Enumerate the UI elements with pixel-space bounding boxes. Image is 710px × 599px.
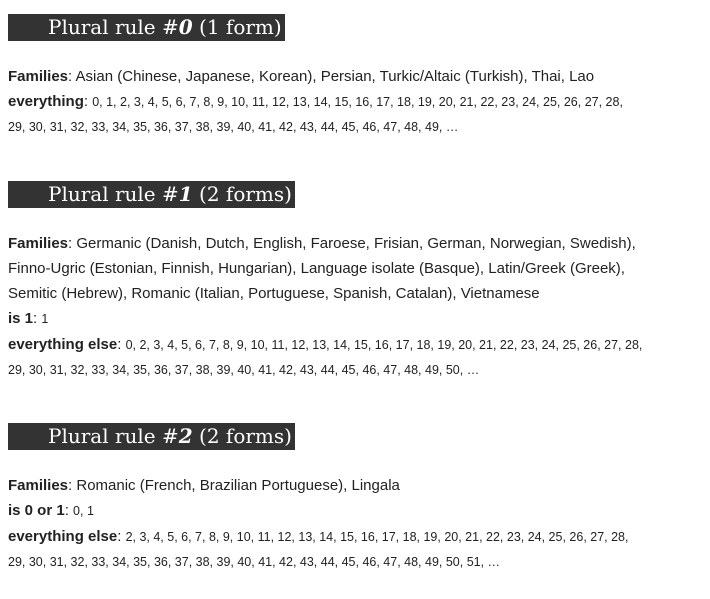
category-values: 2, 3, 4, 5, 6, 7, 8, 9, 10, 11, 12, 13, … [125, 530, 629, 544]
rule-number: 1 [178, 182, 193, 206]
plural-rule-1-section: Plural rule #1 (2 forms) Families: Germa… [8, 181, 702, 383]
families-text: Germanic (Danish, Dutch, English, Faroes… [76, 235, 636, 252]
rule-title-prefix: Plural rule # [48, 15, 179, 39]
rule-title-prefix: Plural rule # [48, 424, 179, 448]
rule-number: 2 [178, 424, 193, 448]
plural-rule-2-section: Plural rule #2 (2 forms) Families: Roman… [8, 423, 702, 575]
families-label: Families [8, 68, 69, 85]
families-text: Asian (Chinese, Japanese, Korean), Persi… [75, 68, 595, 85]
families-row: Families: Asian (Chinese, Japanese, Kore… [8, 68, 595, 85]
category-values: 0, 1, 2, 3, 4, 5, 6, 7, 8, 9, 10, 11, 12… [92, 95, 623, 109]
families-text: Romanic (French, Brazilian Portuguese), … [76, 477, 400, 494]
category-values: 1 [41, 312, 49, 326]
rule-title-prefix: Plural rule # [48, 182, 179, 206]
rule-forms: (2 forms) [199, 182, 292, 206]
category-label: is 0 or 1 [8, 502, 65, 519]
category-row-everything-else: everything else: 0, 2, 3, 4, 5, 6, 7, 8,… [8, 336, 643, 353]
category-values-continued: 29, 30, 31, 32, 33, 34, 35, 36, 37, 38, … [8, 555, 501, 569]
category-values: 0, 2, 3, 4, 5, 6, 7, 8, 9, 10, 11, 12, 1… [125, 338, 643, 352]
plural-rule-2-heading: Plural rule #2 (2 forms) [8, 423, 295, 450]
category-label: everything [8, 93, 84, 110]
plural-rule-1-body: Families: Germanic (Danish, Dutch, Engli… [8, 231, 702, 383]
rule-forms: (1 form) [199, 15, 282, 39]
rule-number: 0 [178, 15, 193, 39]
families-text-continued: Finno-Ugric (Estonian, Finnish, Hungaria… [8, 260, 625, 277]
category-row-everything: everything: 0, 1, 2, 3, 4, 5, 6, 7, 8, 9… [8, 93, 623, 110]
category-label: is 1 [8, 310, 34, 327]
families-label: Families [8, 477, 69, 494]
families-label: Families [8, 235, 69, 252]
plural-rule-0-section: Plural rule #0 (1 form) Families: Asian … [8, 14, 702, 140]
plural-rule-0-body: Families: Asian (Chinese, Japanese, Kore… [8, 64, 702, 140]
category-values-continued: 29, 30, 31, 32, 33, 34, 35, 36, 37, 38, … [8, 363, 480, 377]
category-row-is-1: is 1: 1 [8, 310, 49, 327]
families-row: Families: Romanic (French, Brazilian Por… [8, 477, 400, 494]
category-row-everything-else: everything else: 2, 3, 4, 5, 6, 7, 8, 9,… [8, 528, 629, 545]
plural-rule-0-heading: Plural rule #0 (1 form) [8, 14, 285, 41]
rule-forms: (2 forms) [199, 424, 292, 448]
families-text-continued: Semitic (Hebrew), Romanic (Italian, Port… [8, 285, 540, 302]
category-row-is-0-or-1: is 0 or 1: 0, 1 [8, 502, 94, 519]
category-label: everything else [8, 528, 118, 545]
plural-rule-1-heading: Plural rule #1 (2 forms) [8, 181, 295, 208]
plural-rule-2-body: Families: Romanic (French, Brazilian Por… [8, 473, 702, 575]
families-row: Families: Germanic (Danish, Dutch, Engli… [8, 235, 636, 252]
category-label: everything else [8, 336, 118, 353]
category-values-continued: 29, 30, 31, 32, 33, 34, 35, 36, 37, 38, … [8, 120, 459, 134]
category-values: 0, 1 [73, 504, 94, 518]
